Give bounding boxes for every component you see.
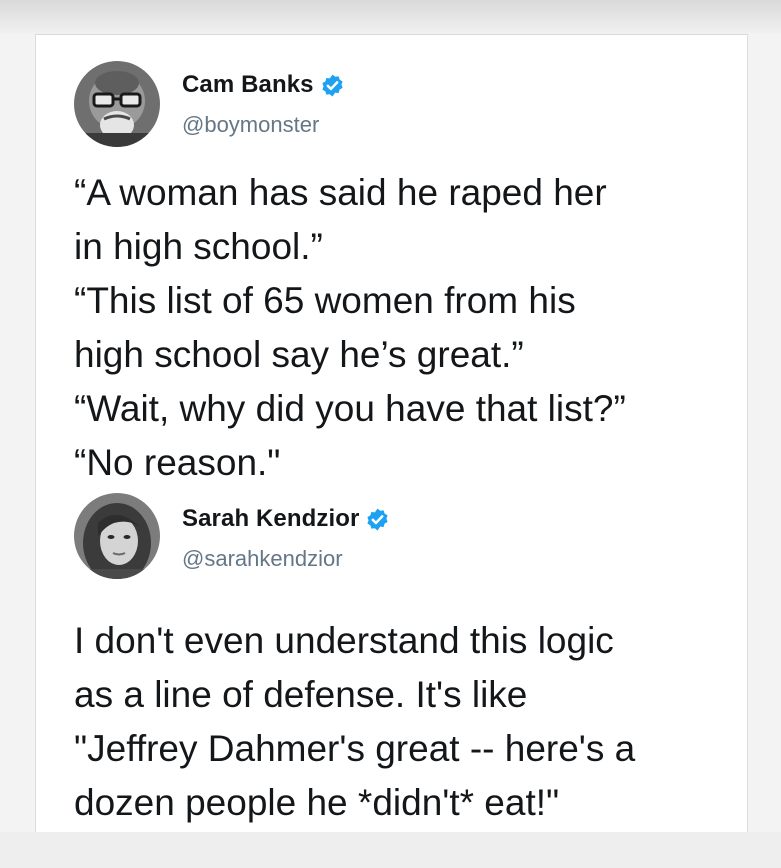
tweet-text: I don't even understand this logic as a …: [74, 614, 734, 830]
avatar[interactable]: [74, 493, 160, 579]
tweet-text: “A woman has said he raped her in high s…: [74, 166, 734, 490]
author-name[interactable]: Sarah Kendzior: [182, 505, 359, 533]
tweet-text-line: dozen people he *didn't* eat!": [74, 782, 560, 823]
verified-badge-icon: [365, 507, 390, 532]
tweet-text-line: high school say he’s great.”: [74, 334, 524, 375]
avatar[interactable]: [74, 61, 160, 147]
tweet-text-line: “Wait, why did you have that list?”: [74, 388, 626, 429]
tweet-text-line: in high school.”: [74, 226, 323, 267]
screenshot-bottom-shade: [0, 832, 781, 868]
tweet-text-line: "Jeffrey Dahmer's great -- here's a: [74, 728, 636, 769]
tweet-sarah-kendzior: Sarah Kendzior @sarahkendzior I don't ev…: [36, 491, 747, 823]
author-name[interactable]: Cam Banks: [182, 71, 314, 99]
tweet-text-line: as a line of defense. It's like: [74, 674, 528, 715]
tweet-card: Cam Banks @boymonster “A woman has said …: [35, 34, 748, 833]
author-handle[interactable]: @boymonster: [182, 112, 319, 138]
author-handle[interactable]: @sarahkendzior: [182, 546, 343, 572]
tweet-cam-banks: Cam Banks @boymonster “A woman has said …: [36, 57, 747, 483]
verified-badge-icon: [320, 73, 345, 98]
tweet-text-line: “No reason.": [74, 442, 281, 483]
tweet-text-line: “A woman has said he raped her: [74, 172, 607, 213]
screenshot-top-shade: [0, 0, 781, 34]
tweet-text-line: I don't even understand this logic: [74, 620, 614, 661]
author-row: Cam Banks: [182, 71, 345, 99]
tweet-header: Sarah Kendzior @sarahkendzior: [36, 491, 747, 591]
author-row: Sarah Kendzior: [182, 505, 390, 533]
tweet-text-line: “This list of 65 women from his: [74, 280, 576, 321]
tweet-header: Cam Banks @boymonster: [36, 57, 747, 157]
